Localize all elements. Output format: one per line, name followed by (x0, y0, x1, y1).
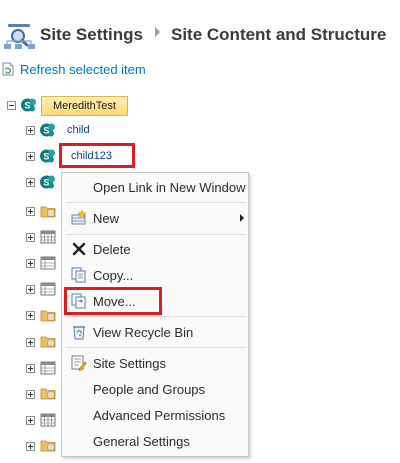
menu-item-label: Site Settings (93, 355, 166, 371)
submenu-arrow-icon (240, 214, 244, 222)
expand-toggle[interactable] (26, 285, 35, 294)
recycle-bin-icon (73, 326, 85, 340)
tree-root-label: MeredithTest (53, 100, 116, 112)
menu-item-general-settings[interactable]: General Settings (62, 429, 248, 453)
folder-icon (40, 334, 56, 348)
menu-item-label: View Recycle Bin (93, 324, 194, 340)
highlight-box-move (64, 287, 162, 315)
expand-toggle[interactable] (26, 442, 35, 451)
menu-item-copy[interactable]: Copy... (62, 263, 248, 287)
expand-toggle[interactable] (26, 126, 35, 135)
menu-divider (66, 202, 246, 203)
tree-node-child[interactable]: child (67, 124, 90, 136)
menu-item-label: People and Groups (93, 381, 206, 397)
new-item-icon (71, 209, 87, 225)
root-collapse-toggle[interactable] (7, 101, 16, 110)
expand-toggle[interactable] (26, 178, 35, 187)
sharepoint-site-icon (21, 97, 37, 113)
refresh-label: Refresh selected item (20, 61, 146, 77)
folder-icon (40, 204, 56, 218)
calendar-grid-icon (40, 230, 56, 244)
sharepoint-site-icon (40, 174, 56, 190)
expand-toggle[interactable] (26, 233, 35, 242)
context-menu: Open Link in New Window New Delete Copy.… (61, 172, 249, 457)
sharepoint-site-icon (40, 122, 56, 138)
menu-item-label: Copy... (93, 267, 134, 283)
expand-toggle[interactable] (26, 311, 35, 320)
tree-root-meredithtest[interactable]: MeredithTest (41, 96, 128, 116)
breadcrumb-separator-icon (155, 27, 160, 37)
expand-toggle[interactable] (26, 364, 35, 373)
refresh-selected-item-link[interactable]: Refresh selected item (2, 61, 146, 77)
expand-toggle[interactable] (26, 152, 35, 161)
folder-icon (40, 438, 56, 452)
menu-item-label: Advanced Permissions (93, 407, 226, 423)
list-icon (40, 361, 56, 375)
page-title: Site Settings (40, 25, 143, 44)
menu-item-site-settings[interactable]: Site Settings (62, 351, 248, 375)
menu-divider (66, 316, 246, 317)
calendar-grid-icon (40, 413, 56, 427)
list-icon (40, 282, 56, 296)
site-settings-icon (71, 355, 88, 371)
menu-divider (66, 347, 246, 348)
delete-x-icon (72, 242, 86, 256)
folder-icon (40, 386, 56, 400)
expand-toggle[interactable] (26, 338, 35, 347)
copy-icon (71, 267, 86, 283)
refresh-page-icon (2, 62, 14, 76)
menu-item-view-recycle-bin[interactable]: View Recycle Bin (62, 320, 248, 344)
sharepoint-site-icon (40, 148, 56, 164)
highlight-box-child123 (59, 143, 135, 168)
menu-item-label: Delete (93, 241, 131, 257)
expand-toggle[interactable] (26, 259, 35, 268)
expand-toggle[interactable] (26, 390, 35, 399)
expand-toggle[interactable] (26, 416, 35, 425)
menu-item-delete[interactable]: Delete (62, 237, 248, 261)
page-header: Site Settings Site Content and Structure (0, 0, 400, 56)
sitemap-icon (4, 24, 35, 49)
menu-item-label: Open Link in New Window (93, 179, 246, 195)
expand-toggle[interactable] (26, 207, 35, 216)
menu-item-label: General Settings (93, 433, 190, 449)
menu-item-people-and-groups[interactable]: People and Groups (62, 377, 248, 401)
menu-item-label: New (93, 210, 120, 226)
menu-divider (66, 234, 246, 235)
page-subtitle: Site Content and Structure (171, 25, 387, 44)
menu-item-advanced-permissions[interactable]: Advanced Permissions (62, 403, 248, 427)
menu-item-open-link-new-window[interactable]: Open Link in New Window (62, 175, 248, 199)
folder-icon (40, 308, 56, 322)
list-icon (40, 256, 56, 270)
menu-item-new[interactable]: New (62, 206, 248, 230)
